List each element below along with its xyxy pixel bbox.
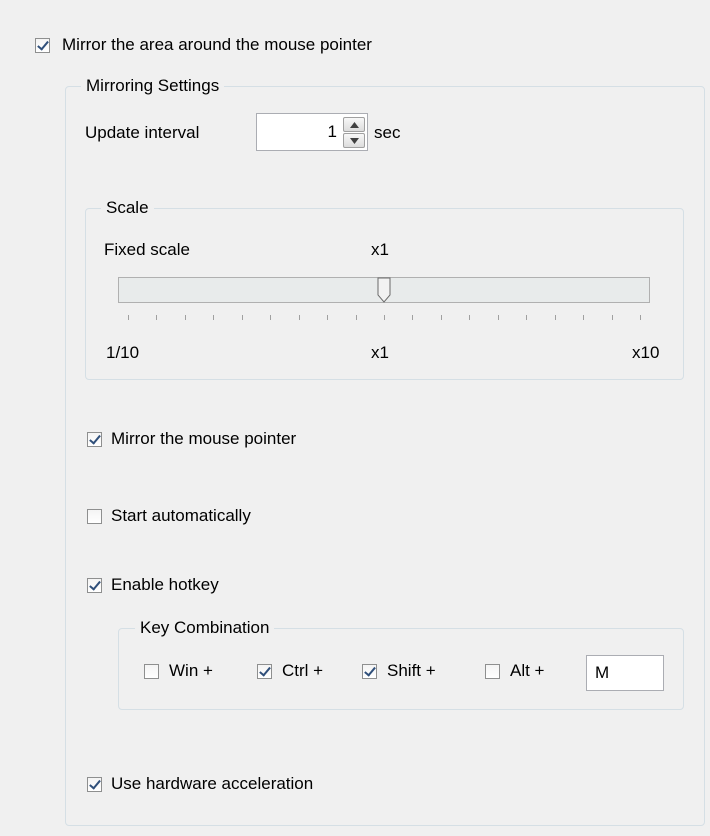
shift-label: Shift + <box>387 661 436 680</box>
hardware-accel-checkbox[interactable] <box>87 777 102 792</box>
scale-tick <box>384 315 385 320</box>
mirror-area-checkbox[interactable] <box>35 38 50 53</box>
scale-tick <box>270 315 272 320</box>
scale-tick <box>469 315 471 320</box>
mirroring-settings-legend: Mirroring Settings <box>81 76 225 96</box>
mirror-pointer-checkbox[interactable] <box>87 432 102 447</box>
scale-tick <box>583 315 585 320</box>
scale-tick <box>156 315 158 320</box>
update-interval-value[interactable]: 1 <box>328 122 337 142</box>
scale-tick <box>440 315 442 320</box>
update-interval-label: Update interval <box>85 123 200 142</box>
mirror-pointer-label: Mirror the mouse pointer <box>111 429 297 448</box>
scale-tick <box>554 315 556 320</box>
scale-tick <box>526 315 528 320</box>
hotkey-key-input[interactable]: M <box>586 655 664 691</box>
slider-thumb-icon[interactable] <box>377 277 391 303</box>
scale-tick <box>355 315 357 320</box>
current-scale-value: x1 <box>371 240 389 259</box>
scale-tick-label-max: x10 <box>632 343 660 362</box>
key-combination-legend: Key Combination <box>135 618 275 638</box>
alt-label: Alt + <box>510 661 545 680</box>
scale-tick <box>298 315 300 320</box>
scale-tick <box>184 315 186 320</box>
chevron-up-icon <box>350 122 359 128</box>
shift-checkbox[interactable] <box>362 664 377 679</box>
mirror-area-label: Mirror the area around the mouse pointer <box>62 35 372 54</box>
enable-hotkey-label: Enable hotkey <box>111 575 219 594</box>
hardware-accel-label: Use hardware acceleration <box>111 774 314 793</box>
scale-tick <box>128 315 129 320</box>
update-interval-unit: sec <box>374 123 401 142</box>
scale-tick-label-min: 1/10 <box>106 343 140 362</box>
scale-tick <box>241 315 243 320</box>
update-interval-spinner[interactable]: 1 <box>256 113 368 151</box>
spin-down-button[interactable] <box>343 133 365 148</box>
ctrl-label: Ctrl + <box>282 661 324 680</box>
scale-tick-label-mid: x1 <box>371 343 389 362</box>
ctrl-checkbox[interactable] <box>257 664 272 679</box>
chevron-down-icon <box>350 138 359 144</box>
win-label: Win + <box>169 661 213 680</box>
scale-tick <box>640 315 641 320</box>
enable-hotkey-checkbox[interactable] <box>87 578 102 593</box>
start-auto-checkbox[interactable] <box>87 509 102 524</box>
alt-checkbox[interactable] <box>485 664 500 679</box>
fixed-scale-label: Fixed scale <box>104 240 190 259</box>
spin-up-button[interactable] <box>343 117 365 132</box>
start-auto-label: Start automatically <box>111 506 251 525</box>
scale-tick <box>412 315 414 320</box>
scale-tick <box>327 315 329 320</box>
win-checkbox[interactable] <box>144 664 159 679</box>
scale-tick <box>497 315 499 320</box>
scale-legend: Scale <box>101 198 154 218</box>
scale-tick <box>213 315 215 320</box>
mirroring-settings-group <box>65 86 705 826</box>
scale-tick <box>611 315 613 320</box>
